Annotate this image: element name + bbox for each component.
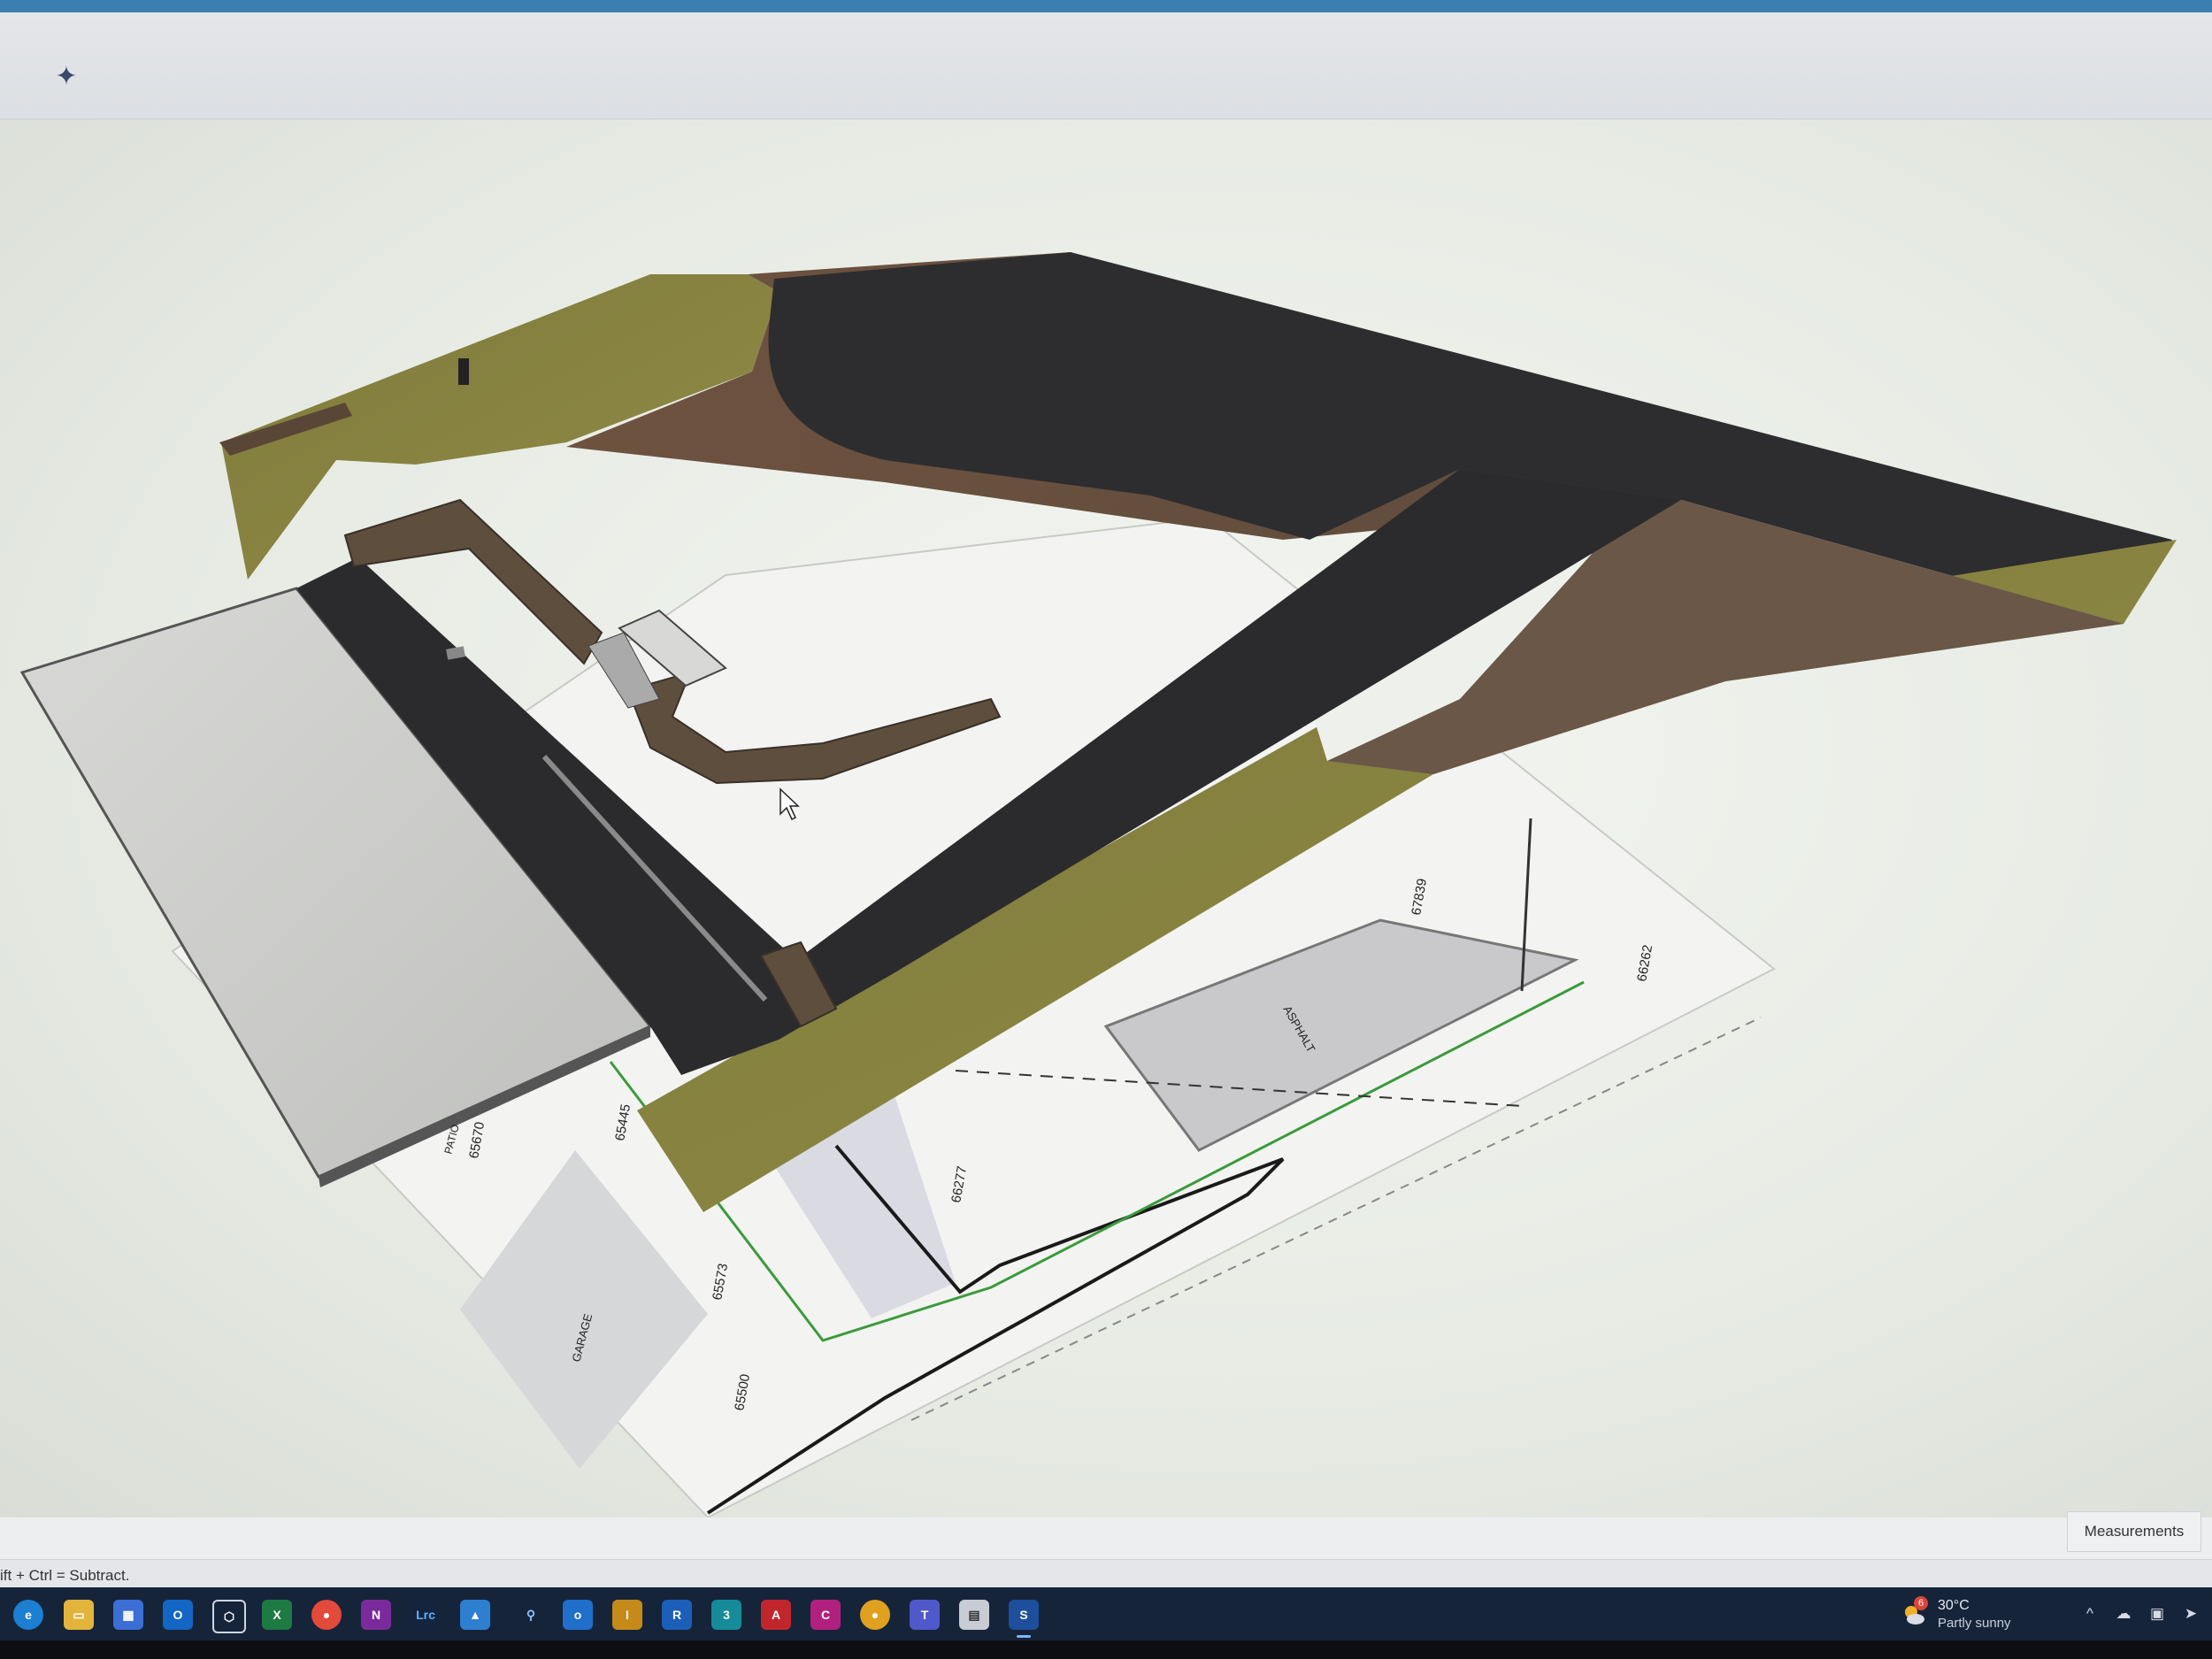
app-toolbar: ✦ [0, 12, 2212, 119]
weather-widget[interactable]: 6 30°C Partly sunny [1902, 1593, 2026, 1635]
weather-condition: Partly sunny [1938, 1616, 2011, 1631]
site-model-drawing: 65670 65445 65573 65500 66277 67839 6626… [19, 252, 2177, 1517]
weather-badge: 6 [1914, 1596, 1928, 1610]
windows-taskbar: e ▭ ▦ O ⬡ X ● N Lrc ▲ ⚲ o I R 3 A C ● T … [0, 1587, 2212, 1640]
clipboard-icon[interactable]: ▤ [959, 1600, 989, 1630]
send-icon[interactable]: ➤ [2180, 1603, 2201, 1624]
sketchup-pro-icon[interactable]: S [1009, 1600, 1039, 1638]
archicad-icon[interactable]: I [612, 1600, 642, 1630]
3d-model-viewport[interactable]: 65670 65445 65573 65500 66277 67839 6626… [0, 119, 2212, 1517]
lightroom-label: Lrc [416, 1608, 435, 1622]
chevron-up-icon[interactable]: ^ [2079, 1603, 2101, 1624]
status-hint: ift + Ctrl = Subtract. [0, 1567, 130, 1584]
search-icon[interactable]: ⚲ [516, 1600, 546, 1630]
autocad-icon[interactable]: A [761, 1600, 791, 1630]
monitor-bezel [0, 1640, 2212, 1659]
excel-icon[interactable]: X [262, 1600, 292, 1630]
chrome-dev-icon[interactable]: ● [860, 1600, 890, 1630]
teams-icon[interactable]: T [910, 1600, 940, 1630]
edge-icon[interactable]: e [13, 1600, 43, 1630]
outlook-icon[interactable]: O [163, 1600, 193, 1630]
security-icon[interactable]: ▣ [2147, 1603, 2168, 1624]
measurements-box[interactable]: Measurements [2067, 1511, 2201, 1552]
chrome-icon[interactable]: ● [311, 1600, 342, 1630]
status-bar: ift + Ctrl = Subtract. [0, 1559, 2212, 1588]
onenote-icon[interactable]: N [361, 1600, 391, 1630]
bollard [458, 358, 469, 385]
3dsmax-icon[interactable]: 3 [711, 1600, 741, 1630]
cloud-sync-icon[interactable]: ☁ [2113, 1603, 2134, 1624]
revit-icon[interactable]: R [662, 1600, 692, 1630]
sketchup-icon[interactable]: ⬡ [212, 1600, 246, 1633]
sparkle-icon[interactable]: ✦ [49, 58, 84, 94]
outlook-new-icon[interactable]: o [563, 1600, 593, 1630]
photos-icon[interactable]: ▲ [460, 1600, 490, 1630]
measurements-label: Measurements [2084, 1523, 2185, 1540]
civil3d-icon[interactable]: C [810, 1600, 841, 1630]
weather-temp: 30°C [1938, 1598, 1970, 1613]
store-icon[interactable]: ▦ [113, 1600, 143, 1630]
file-explorer-icon[interactable]: ▭ [64, 1600, 94, 1630]
window-top-edge [0, 0, 2212, 12]
lightroom-icon[interactable]: Lrc [411, 1600, 441, 1630]
